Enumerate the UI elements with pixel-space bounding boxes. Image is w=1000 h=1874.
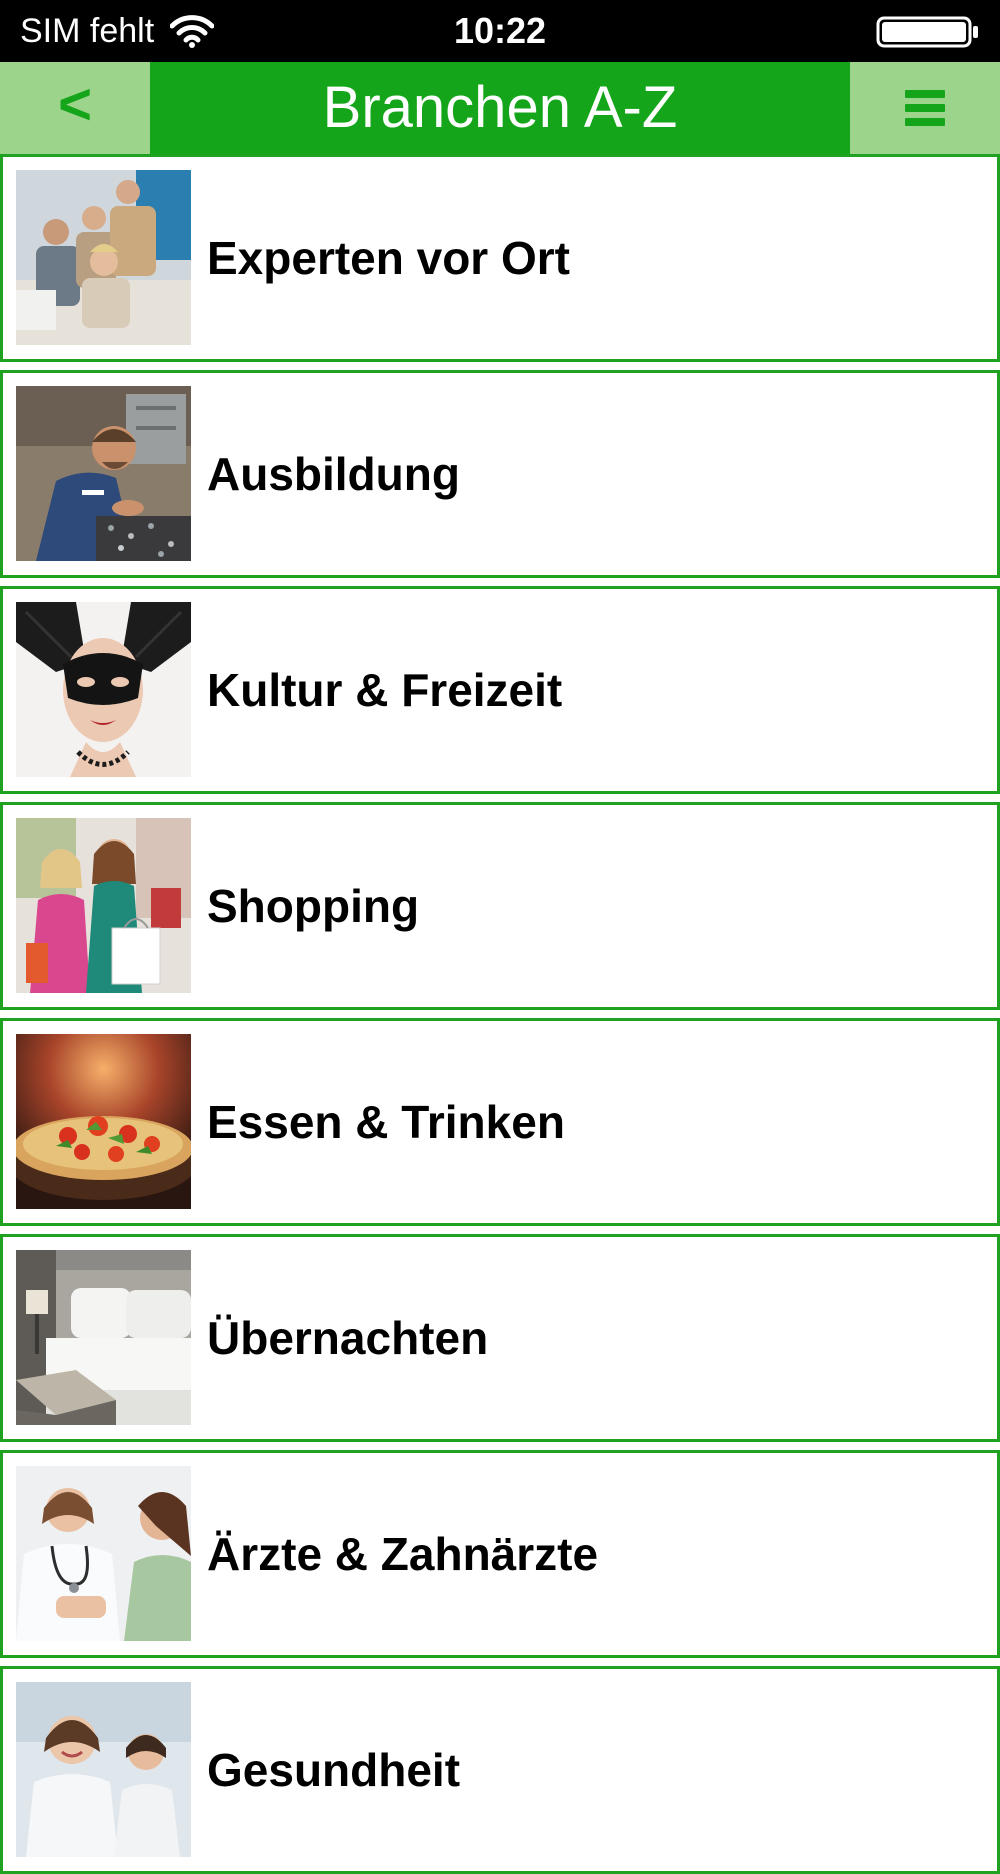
health-people-photo — [16, 1682, 191, 1857]
business-meeting-photo — [16, 170, 191, 345]
masquerade-mask-photo — [16, 602, 191, 777]
category-label: Experten vor Ort — [207, 232, 570, 284]
page-title: Branchen A-Z — [322, 75, 678, 140]
doctor-patient-photo — [16, 1466, 191, 1641]
status-time: 10:22 — [453, 10, 547, 51]
back-button[interactable]: < — [0, 62, 150, 154]
shopping-women-photo — [16, 818, 191, 993]
category-item-ausbildung[interactable]: Ausbildung — [0, 370, 1000, 578]
category-label: Kultur & Freizeit — [207, 664, 563, 716]
battery-icon — [876, 16, 978, 48]
category-list: Experten vor Ort Ausbildung Kultur & Fre… — [0, 154, 1000, 1874]
hotel-bed-photo — [16, 1250, 191, 1425]
category-label: Gesundheit — [207, 1744, 461, 1796]
apprentice-workshop-photo — [16, 386, 191, 561]
category-label: Ärzte & Zahnärzte — [207, 1528, 599, 1580]
category-item-gesundheit[interactable]: Gesundheit — [0, 1666, 1000, 1874]
category-item-kultur-freizeit[interactable]: Kultur & Freizeit — [0, 586, 1000, 794]
back-chevron-icon: < — [58, 72, 92, 137]
category-item-aerzte-zahnaerzte[interactable]: Ärzte & Zahnärzte — [0, 1450, 1000, 1658]
category-label: Übernachten — [207, 1312, 489, 1364]
category-label: Shopping — [207, 880, 420, 932]
nav-bar: < Branchen A-Z — [0, 62, 1000, 154]
category-label: Ausbildung — [207, 448, 460, 500]
menu-button[interactable] — [850, 62, 1000, 154]
category-item-uebernachten[interactable]: Übernachten — [0, 1234, 1000, 1442]
status-bar: SIM fehlt 10:22 — [0, 0, 1000, 62]
pizza-photo — [16, 1034, 191, 1209]
category-item-shopping[interactable]: Shopping — [0, 802, 1000, 1010]
category-item-essen-trinken[interactable]: Essen & Trinken — [0, 1018, 1000, 1226]
category-item-experten-vor-ort[interactable]: Experten vor Ort — [0, 154, 1000, 362]
hamburger-menu-icon — [905, 90, 945, 126]
category-label: Essen & Trinken — [207, 1096, 565, 1148]
